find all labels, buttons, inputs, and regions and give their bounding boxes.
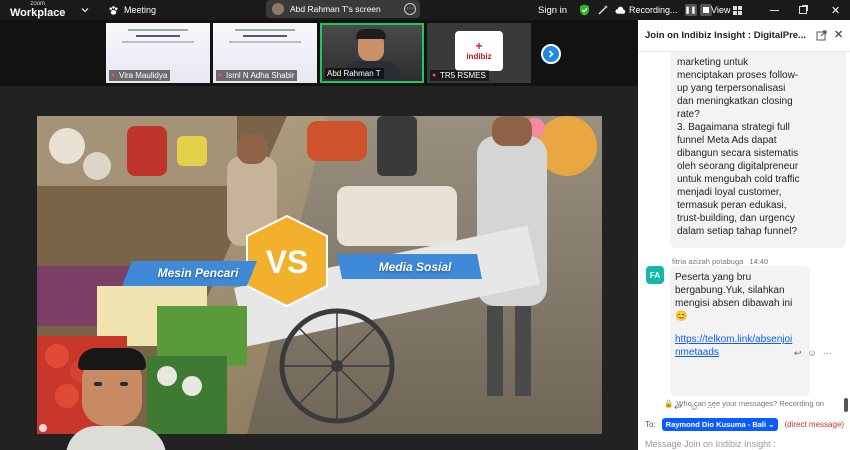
participant-tile[interactable]: + indibiz ● TR5 RSMES xyxy=(427,23,531,83)
speaker-video xyxy=(62,344,172,450)
message-bubble: Peserta yang bru bergabung.Yuk, silahkan… xyxy=(670,266,810,396)
smile-emoji: 😊 xyxy=(675,311,688,322)
meeting-label: Meeting xyxy=(124,5,157,15)
minimize-icon[interactable] xyxy=(770,0,779,20)
grid-icon xyxy=(733,5,743,15)
participant-name: Abd Rahman T xyxy=(325,68,384,79)
chevron-down-icon[interactable] xyxy=(80,0,90,20)
message-text: marketing untuk xyxy=(677,57,749,68)
indibiz-logo: + indibiz xyxy=(455,31,503,71)
sender-time: 14:40 xyxy=(749,257,769,266)
recipient-dropdown[interactable]: Raymond Dio Kusuma - Bali ⌄ xyxy=(661,418,779,431)
sender-avatar: FA xyxy=(646,266,664,284)
restore-icon[interactable] xyxy=(799,0,807,20)
participant-tile[interactable]: ● Vira Maulidya xyxy=(106,23,210,83)
message-text: bergabung.Yuk, silahkan xyxy=(675,285,785,296)
message-text: menjadi loyal customer, xyxy=(677,187,782,198)
previous-message: marketing untuk menciptakan proses follo… xyxy=(670,52,846,248)
chat-footer: 🔒 Who can see your messages? Recording o… xyxy=(638,399,850,450)
mic-muted-icon: ● xyxy=(218,71,223,79)
mic-muted-icon: ● xyxy=(432,71,437,79)
reply-icon[interactable]: ↩ xyxy=(794,348,802,359)
participant-name: ● Isml N Adha Shabir xyxy=(216,70,298,81)
message-text: mengisi absen dibawah ini xyxy=(675,298,793,309)
direct-message-label: (direct message) xyxy=(784,420,845,429)
message-text: dalam setiap tahap funnel? xyxy=(677,226,798,237)
view-label: View xyxy=(711,5,731,15)
participant-tile-active[interactable]: Abd Rahman T xyxy=(320,23,424,83)
mic-muted-icon: ● xyxy=(111,71,116,79)
close-chat-icon[interactable]: ✕ xyxy=(834,28,843,41)
message-text: rate? xyxy=(677,109,700,120)
privacy-notice[interactable]: 🔒 Who can see your messages? Recording o… xyxy=(664,399,824,408)
more-icon[interactable]: ··· xyxy=(404,3,416,15)
lock-icon: 🔒 xyxy=(664,399,674,408)
message-text: oleh seorang digitalpreneur xyxy=(677,161,799,172)
to-label: To: xyxy=(645,420,656,429)
view-menu[interactable]: View xyxy=(711,0,743,20)
shared-screen-stage: Mesin Pencari VS Media Sosial xyxy=(0,86,638,450)
screen-share-pill[interactable]: Abd Rahman T's screen ··· xyxy=(266,0,420,18)
message-input[interactable]: Message Join on Indibiz Insight : xyxy=(645,439,776,449)
meeting-menu[interactable]: Meeting xyxy=(108,0,156,20)
recipient-row: To: Raymond Dio Kusuma - Bali ⌄ (direct … xyxy=(645,418,844,431)
shield-check-icon[interactable] xyxy=(579,0,590,20)
wand-icon[interactable] xyxy=(597,0,609,20)
message-text: funnel Meta Ads dapat xyxy=(677,135,777,146)
popout-icon[interactable] xyxy=(816,30,827,44)
more-options-icon[interactable]: ··· xyxy=(823,348,832,359)
chat-scrollbar[interactable] xyxy=(844,398,848,412)
participant-strip: ● Vira Maulidya ● Isml N Adha Shabir Abd R… xyxy=(0,20,638,86)
cloud-icon xyxy=(615,6,626,14)
message-text: untuk mengubah cold traffic xyxy=(677,174,800,185)
message-text: dibangun secara sistematis xyxy=(677,148,799,159)
sign-in-button[interactable]: Sign in xyxy=(538,0,567,20)
chevron-right-icon xyxy=(548,50,554,58)
absen-link[interactable]: https://telkom.link/absenjoi nmetaads xyxy=(675,333,805,359)
recording-status[interactable]: Recording... ❚❚ xyxy=(615,0,712,20)
slide-left-label: Mesin Pencari xyxy=(157,266,239,280)
message-text: 3. Bagaimana strategi full xyxy=(677,122,790,133)
participant-name: ● Vira Maulidya xyxy=(109,70,171,81)
recording-label: Recording... xyxy=(629,5,678,15)
next-page-button[interactable] xyxy=(541,44,561,64)
message-text: up yang terpersonalisasi xyxy=(677,83,786,94)
slide-vs-label: VS xyxy=(265,244,309,280)
message-text: termasuk peran edukasi, xyxy=(677,200,787,211)
message-text: dan meningkatkan closing xyxy=(677,96,793,107)
message-actions: ↩ ☺ ··· xyxy=(794,348,832,359)
message-text: Peserta yang bru xyxy=(675,272,752,283)
participant-tile[interactable]: ● Isml N Adha Shabir xyxy=(213,23,317,83)
slide-right-label: Media Sosial xyxy=(378,260,452,274)
share-label: Abd Rahman T's screen xyxy=(290,4,381,14)
chat-title: Join on Indibiz Insight : DigitalPre... xyxy=(645,30,806,41)
sender-name: fitria azizah potabuga xyxy=(672,257,744,266)
sender-header: fitria azizah potabuga 14:40 xyxy=(672,257,768,266)
top-bar: zoom Workplace Meeting Abd Rahman T's sc… xyxy=(0,0,850,20)
pause-icon[interactable]: ❚❚ xyxy=(684,4,697,16)
emoji-reaction-icon[interactable]: ☺ xyxy=(808,348,817,359)
close-icon[interactable]: ✕ xyxy=(831,0,840,20)
stop-icon[interactable] xyxy=(699,4,712,16)
message-text: trust-building, dan urgency xyxy=(677,213,795,224)
logo-text: Workplace xyxy=(10,7,66,19)
user-avatar-icon xyxy=(272,3,284,15)
chat-messages: marketing untuk menciptakan proses follo… xyxy=(638,52,850,412)
message-text: menciptakan proses follow- xyxy=(677,70,799,81)
chat-panel: Join on Indibiz Insight : DigitalPre... … xyxy=(638,20,850,450)
paw-icon xyxy=(109,5,118,15)
participant-name: ● TR5 RSMES xyxy=(430,70,489,81)
chat-header: Join on Indibiz Insight : DigitalPre... … xyxy=(638,20,850,52)
zoom-logo: zoom Workplace xyxy=(10,0,65,20)
